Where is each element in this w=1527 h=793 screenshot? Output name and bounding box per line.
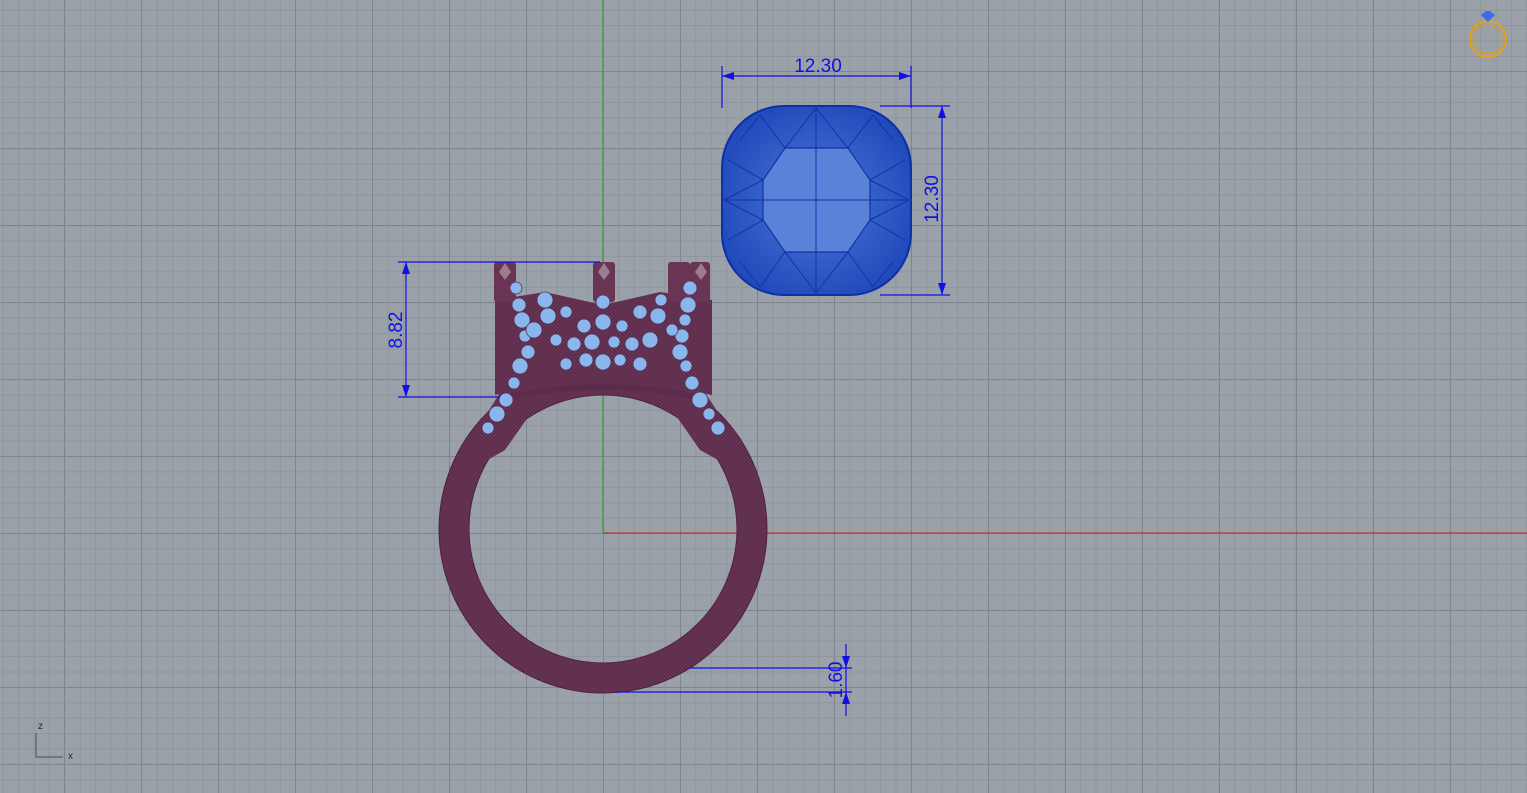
accent-stone [671, 343, 689, 361]
accent-stone [498, 392, 514, 408]
accent-stone [536, 291, 554, 309]
ring-logo-icon[interactable] [1468, 11, 1508, 59]
accent-stone [559, 305, 573, 319]
accent-stone [566, 336, 582, 352]
accent-stone [654, 293, 668, 307]
accent-stone [632, 356, 648, 372]
accent-stone [511, 297, 527, 313]
accent-stone [679, 296, 697, 314]
accent-stone [578, 352, 594, 368]
dimension-shank-thickness-value: 1.60 [826, 662, 847, 699]
accent-stone [520, 344, 536, 360]
accent-stone [607, 335, 621, 349]
accent-stone [488, 405, 506, 423]
accent-stone [678, 313, 692, 327]
accent-stone [594, 313, 612, 331]
axis-gizmo [35, 733, 63, 758]
center-stone-cushion[interactable] [721, 105, 912, 296]
accent-stone [595, 294, 611, 310]
accent-stone [649, 307, 667, 325]
accent-stone [613, 353, 627, 367]
accent-stone [509, 281, 523, 295]
dimension-stone-height-value: 12.30 [922, 175, 943, 223]
accent-stone [539, 307, 557, 325]
accent-stone [710, 420, 726, 436]
accent-stone [511, 357, 529, 375]
accent-stone [691, 391, 709, 409]
axis-gizmo-z-label: z [38, 721, 43, 732]
accent-stone [682, 280, 698, 296]
accent-stone [507, 376, 521, 390]
dimension-stone-width-value: 12.30 [794, 56, 842, 77]
accent-stone [702, 407, 716, 421]
accent-stone [481, 421, 495, 435]
axis-gizmo-x-label: x [68, 751, 73, 762]
accent-stone [594, 353, 612, 371]
accent-stone [641, 331, 659, 349]
accent-stone [615, 319, 629, 333]
accent-stone [583, 333, 601, 351]
accent-stone [624, 336, 640, 352]
accent-stone [559, 357, 573, 371]
accent-stone [632, 304, 648, 320]
accent-stone [665, 323, 679, 337]
accent-stone [549, 333, 563, 347]
accent-stone [525, 321, 543, 339]
accent-stone [679, 359, 693, 373]
cad-viewport-top[interactable]: 12.30 12.30 8.82 1.60 z x [0, 0, 1527, 793]
dimension-head-height-value: 8.82 [386, 312, 407, 349]
accent-stone [684, 375, 700, 391]
accent-stone [576, 318, 592, 334]
